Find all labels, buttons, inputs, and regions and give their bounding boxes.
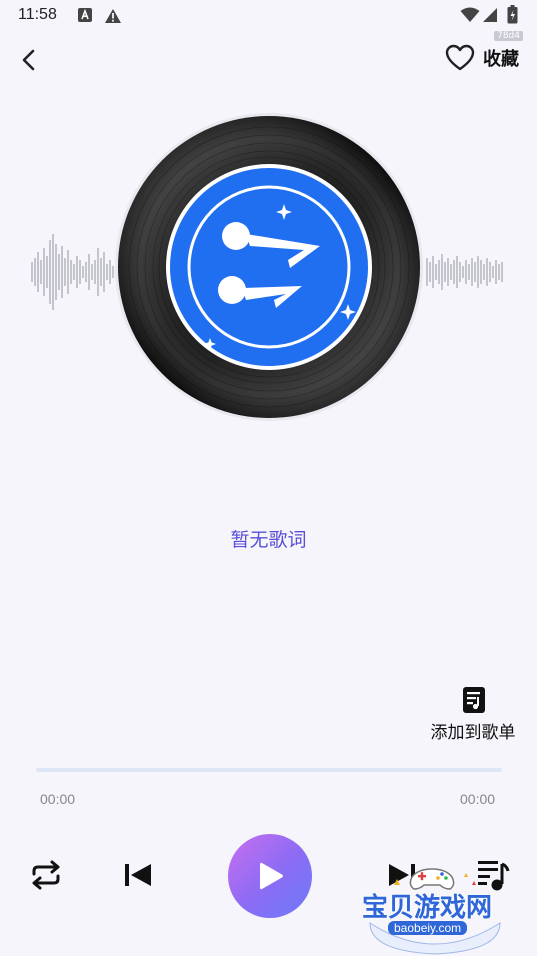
watermark-url: baobeiy.com (388, 921, 468, 935)
wifi-icon (460, 7, 480, 22)
sound-wave-left-icon (31, 234, 114, 310)
heart-icon (445, 44, 475, 71)
progress-slider[interactable] (36, 768, 502, 772)
favorite-button[interactable]: 收藏 (445, 44, 519, 72)
status-bar: 11:58 (0, 0, 537, 32)
notification-a-icon (78, 8, 92, 22)
gamepad-icon (409, 868, 455, 890)
skip-previous-icon (125, 864, 151, 886)
favorite-label: 收藏 (483, 49, 519, 70)
add-to-playlist-label: 添加到歌单 (430, 723, 516, 743)
playlist-add-icon (463, 687, 485, 713)
lyrics-text: 暂无歌词 (230, 529, 307, 551)
signal-icon (483, 8, 497, 22)
total-time: 00:00 (460, 791, 496, 807)
battery-icon (507, 5, 518, 24)
watermark: 宝贝游戏网 baobeiy.com (360, 855, 510, 956)
repeat-button[interactable] (28, 860, 64, 894)
sound-wave-right-icon (426, 254, 503, 290)
watermark-text: 宝贝游戏网 (362, 893, 493, 923)
play-button[interactable] (228, 834, 312, 918)
play-icon (260, 862, 283, 890)
vinyl-disc (114, 112, 424, 422)
add-to-playlist-button[interactable]: 添加到歌单 (428, 686, 520, 743)
version-badge: 78d4 (494, 31, 523, 41)
warning-icon (105, 9, 121, 23)
status-time: 11:58 (18, 6, 57, 23)
repeat-icon (32, 860, 60, 890)
album-art-disc (115, 113, 423, 421)
chevron-left-icon (22, 49, 35, 71)
back-button[interactable] (16, 46, 44, 74)
previous-button[interactable] (122, 860, 154, 894)
elapsed-time: 00:00 (40, 791, 76, 807)
